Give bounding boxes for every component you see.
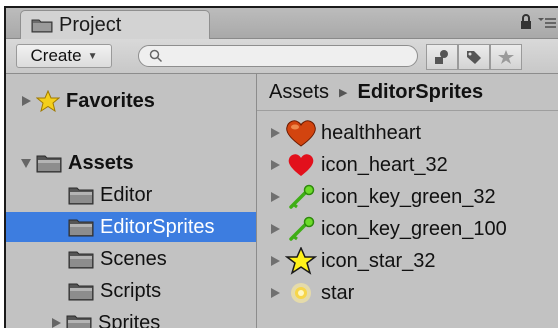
search-by-type-button[interactable] bbox=[426, 44, 458, 70]
asset-name: healthheart bbox=[321, 122, 421, 145]
tree-item-sprites[interactable]: Sprites bbox=[6, 308, 256, 328]
tree-item-label: Scripts bbox=[100, 280, 161, 303]
panel-menu-icon[interactable] bbox=[538, 15, 556, 29]
chevron-down-icon: ▼ bbox=[88, 51, 98, 62]
tree-item-label: EditorSprites bbox=[100, 216, 215, 239]
glow-star-icon bbox=[285, 279, 317, 307]
asset-row[interactable]: icon_key_green_100 bbox=[257, 214, 558, 244]
asset-list-panel: Assets ▶ EditorSprites healthheart bbox=[257, 74, 558, 328]
expand-arrow-icon[interactable] bbox=[269, 223, 281, 235]
asset-name: icon_star_32 bbox=[321, 250, 436, 273]
search-box[interactable] bbox=[138, 45, 418, 67]
tree-item-label: Scenes bbox=[100, 248, 167, 271]
asset-name: star bbox=[321, 282, 354, 305]
tab-strip: Project bbox=[6, 8, 558, 39]
tree-item-label: Assets bbox=[68, 152, 134, 175]
tree-item-label: Editor bbox=[100, 184, 152, 207]
tree-item-favorites[interactable]: Favorites bbox=[6, 86, 256, 116]
search-by-label-button[interactable] bbox=[458, 44, 490, 70]
folder-tree: Favorites Assets bbox=[6, 74, 257, 328]
expand-arrow-icon[interactable] bbox=[269, 287, 281, 299]
expand-arrow-icon[interactable] bbox=[269, 255, 281, 267]
health-heart-icon bbox=[285, 119, 317, 147]
folder-icon bbox=[68, 185, 94, 205]
expand-arrow-icon[interactable] bbox=[50, 317, 62, 328]
expand-arrow-icon[interactable] bbox=[20, 95, 32, 107]
yellow-star-icon bbox=[285, 247, 317, 275]
shapes-icon bbox=[433, 49, 451, 65]
breadcrumb-root[interactable]: Assets bbox=[269, 81, 329, 104]
project-window: Project Create ▼ bbox=[4, 6, 558, 328]
folder-icon bbox=[36, 153, 62, 173]
tag-icon bbox=[465, 49, 483, 65]
collapse-arrow-icon[interactable] bbox=[20, 157, 32, 169]
tree-item-scripts[interactable]: Scripts bbox=[6, 276, 256, 306]
star-outline-icon bbox=[497, 49, 515, 65]
green-key-icon bbox=[285, 216, 317, 242]
toolbar: Create ▼ bbox=[6, 39, 558, 74]
search-input[interactable] bbox=[167, 47, 411, 67]
folder-icon bbox=[68, 249, 94, 269]
breadcrumb-separator-icon: ▶ bbox=[339, 86, 347, 99]
create-button[interactable]: Create ▼ bbox=[16, 44, 112, 68]
red-heart-icon bbox=[285, 152, 317, 178]
expand-arrow-icon[interactable] bbox=[269, 127, 281, 139]
create-button-label: Create bbox=[31, 46, 82, 66]
folder-icon bbox=[68, 281, 94, 301]
asset-name: icon_heart_32 bbox=[321, 154, 448, 177]
expand-arrow-icon[interactable] bbox=[269, 191, 281, 203]
favorites-filter-button[interactable] bbox=[490, 44, 522, 70]
search-icon bbox=[149, 49, 163, 63]
asset-row[interactable]: healthheart bbox=[257, 118, 558, 148]
star-icon bbox=[36, 90, 60, 112]
tree-item-label: Favorites bbox=[66, 90, 155, 113]
expand-arrow-icon[interactable] bbox=[269, 159, 281, 171]
tab-project[interactable]: Project bbox=[20, 10, 210, 39]
asset-name: icon_key_green_32 bbox=[321, 186, 496, 209]
breadcrumb-current[interactable]: EditorSprites bbox=[358, 81, 484, 104]
folder-icon bbox=[31, 17, 53, 33]
lock-icon[interactable] bbox=[520, 14, 532, 30]
asset-row[interactable]: icon_heart_32 bbox=[257, 150, 558, 180]
green-key-icon bbox=[285, 184, 317, 210]
asset-row[interactable]: star bbox=[257, 278, 558, 308]
tree-item-editor[interactable]: Editor bbox=[6, 180, 256, 210]
tree-item-scenes[interactable]: Scenes bbox=[6, 244, 256, 274]
asset-row[interactable]: icon_key_green_32 bbox=[257, 182, 558, 212]
breadcrumb: Assets ▶ EditorSprites bbox=[257, 74, 558, 111]
asset-name: icon_key_green_100 bbox=[321, 218, 507, 241]
asset-row[interactable]: icon_star_32 bbox=[257, 246, 558, 276]
tab-title: Project bbox=[59, 14, 121, 37]
tree-item-assets[interactable]: Assets bbox=[6, 148, 256, 178]
folder-icon bbox=[68, 217, 94, 237]
tree-item-editorsprites[interactable]: EditorSprites bbox=[6, 212, 256, 242]
